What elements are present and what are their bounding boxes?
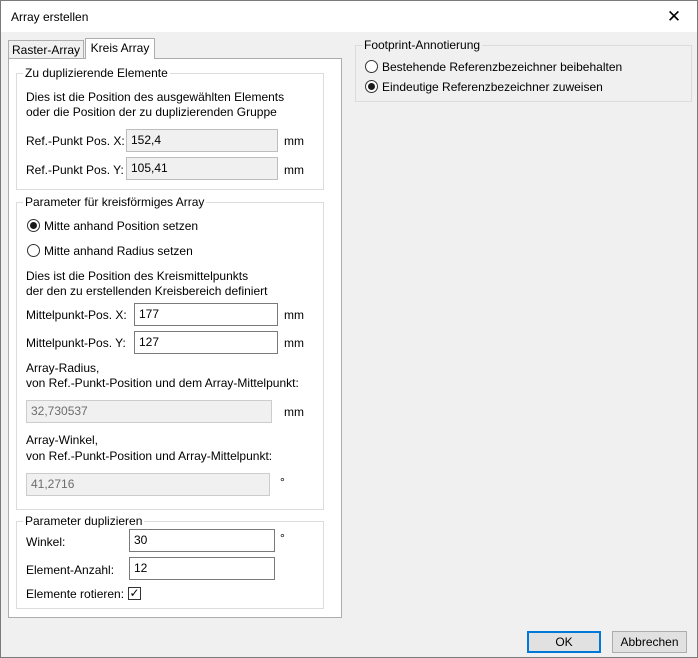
center-y-input[interactable]: 127 xyxy=(134,331,278,354)
radio-unique-refs-label[interactable]: Eindeutige Referenzbezeichner zuweisen xyxy=(382,80,603,94)
angle-label-line1: Array-Winkel, xyxy=(26,433,99,447)
tab-panel-kreis-array: Zu duplizierende Elemente Dies ist die P… xyxy=(8,58,342,618)
radio-keep-refs-label[interactable]: Bestehende Referenzbezeichner beibehalte… xyxy=(382,60,622,74)
group-duplicate-legend: Parameter duplizieren xyxy=(25,514,143,528)
tab-kreis-array[interactable]: Kreis Array xyxy=(85,38,155,59)
dialog-window: Array erstellen ✕ Raster-Array Kreis Arr… xyxy=(0,0,698,658)
tab-raster-array[interactable]: Raster-Array xyxy=(8,40,84,58)
close-icon[interactable]: ✕ xyxy=(651,1,697,32)
circular-description-line2: der den zu erstellenden Kreisbereich def… xyxy=(26,284,268,298)
radio-center-position-label[interactable]: Mitte anhand Position setzen xyxy=(44,219,198,233)
ref-x-field: 152,4 xyxy=(126,129,278,152)
radio-center-radius-label[interactable]: Mitte anhand Radius setzen xyxy=(44,244,193,258)
center-x-label: Mittelpunkt-Pos. X: xyxy=(26,308,127,322)
title-bar: Array erstellen ✕ xyxy=(1,1,697,32)
ok-button[interactable]: OK xyxy=(527,631,601,653)
array-angle-field: 41,2716 xyxy=(26,473,270,496)
count-input[interactable]: 12 xyxy=(129,557,275,580)
count-label: Element-Anzahl: xyxy=(26,563,115,577)
group-dup-elements-legend: Zu duplizierende Elemente xyxy=(25,66,168,80)
window-title: Array erstellen xyxy=(11,10,89,24)
rotate-label: Elemente rotieren: xyxy=(26,587,125,601)
ref-x-label: Ref.-Punkt Pos. X: xyxy=(26,134,125,148)
radius-field: 32,730537 xyxy=(26,400,272,423)
center-y-unit: mm xyxy=(284,336,304,350)
center-x-input[interactable]: 177 xyxy=(134,303,278,326)
dup-angle-input[interactable]: 30 xyxy=(129,529,275,552)
radio-center-radius[interactable] xyxy=(27,244,40,257)
radio-unique-refs[interactable] xyxy=(365,80,378,93)
dup-description-line1: Dies ist die Position des ausgewählten E… xyxy=(26,90,285,104)
ref-y-field: 105,41 xyxy=(126,157,278,180)
angle-label-line2: von Ref.-Punkt-Position und Array-Mittel… xyxy=(26,449,273,463)
radius-label-line1: Array-Radius, xyxy=(26,361,100,375)
ref-y-unit: mm xyxy=(284,163,304,177)
radius-label-line2: von Ref.-Punkt-Position und dem Array-Mi… xyxy=(26,376,299,390)
radius-unit: mm xyxy=(284,405,304,419)
group-circular-legend: Parameter für kreisförmiges Array xyxy=(25,195,205,209)
radio-center-position[interactable] xyxy=(27,219,40,232)
rotate-checkbox[interactable]: ✓ xyxy=(128,587,141,600)
cancel-button[interactable]: Abbrechen xyxy=(612,631,687,653)
radio-keep-refs[interactable] xyxy=(365,60,378,73)
dup-angle-label: Winkel: xyxy=(26,535,66,549)
dup-description-line2: oder die Position der zu duplizierenden … xyxy=(26,105,277,119)
group-footprint-legend: Footprint-Annotierung xyxy=(364,38,481,52)
circular-description-line1: Dies ist die Position des Kreismittelpun… xyxy=(26,269,249,283)
ref-y-label: Ref.-Punkt Pos. Y: xyxy=(26,163,124,177)
center-y-label: Mittelpunkt-Pos. Y: xyxy=(26,336,126,350)
center-x-unit: mm xyxy=(284,308,304,322)
dup-angle-unit: ° xyxy=(280,531,285,545)
array-angle-unit: ° xyxy=(280,475,285,489)
ref-x-unit: mm xyxy=(284,134,304,148)
